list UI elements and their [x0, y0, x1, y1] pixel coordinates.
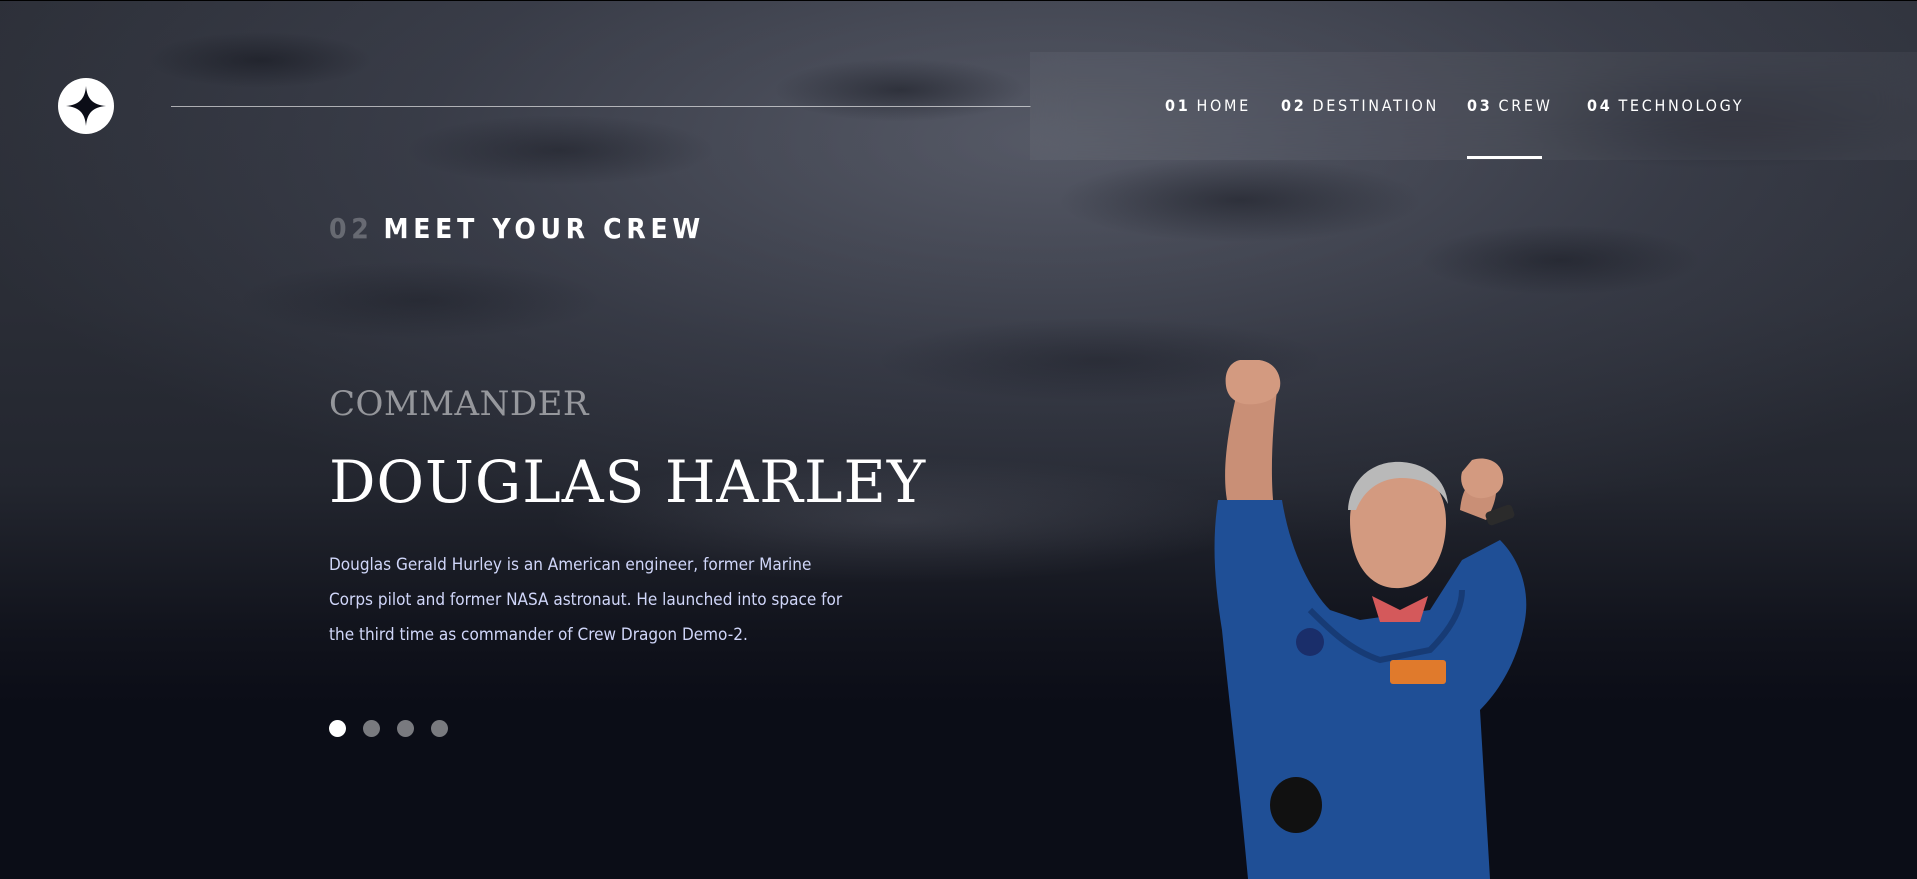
nav-item-number: 04: [1587, 96, 1613, 115]
nav-active-indicator: [1467, 156, 1542, 159]
nav-divider-line: [171, 106, 1031, 107]
nav-item-number: 01: [1165, 96, 1191, 115]
crew-page: 01 HOME 02 DESTINATION 03 CREW 04 TECHNOLOGY…: [0, 0, 1917, 879]
crew-slider-dots: [329, 720, 448, 737]
page-title-text: MEET YOUR CREW: [383, 212, 705, 245]
nav-item-label: TECHNOLOGY: [1618, 96, 1745, 115]
top-border: [0, 0, 1917, 1]
nav-item-number: 03: [1467, 96, 1493, 115]
nav-item-label: DESTINATION: [1312, 96, 1439, 115]
crew-name: DOUGLAS HARLEY: [329, 448, 927, 516]
star-logo-icon[interactable]: [58, 78, 114, 134]
nav-item-technology[interactable]: 04 TECHNOLOGY: [1587, 96, 1744, 115]
nav-item-number: 02: [1281, 96, 1307, 115]
nav-item-crew[interactable]: 03 CREW: [1467, 96, 1553, 115]
page-title-number: 02: [329, 212, 374, 245]
crew-member-image: [1214, 360, 1527, 879]
slider-dot-3[interactable]: [397, 720, 414, 737]
crew-role: COMMANDER: [329, 384, 589, 424]
crew-bio: Douglas Gerald Hurley is an American eng…: [329, 555, 843, 645]
slider-dot-1[interactable]: [329, 720, 346, 737]
nav-item-label: CREW: [1498, 96, 1553, 115]
nav-item-destination[interactable]: 02 DESTINATION: [1281, 96, 1439, 115]
slider-dot-2[interactable]: [363, 720, 380, 737]
nav-item-label: HOME: [1196, 96, 1251, 115]
page-title: 02 MEET YOUR CREW: [329, 212, 705, 245]
slider-dot-4[interactable]: [431, 720, 448, 737]
nav-item-home[interactable]: 01 HOME: [1165, 96, 1251, 115]
